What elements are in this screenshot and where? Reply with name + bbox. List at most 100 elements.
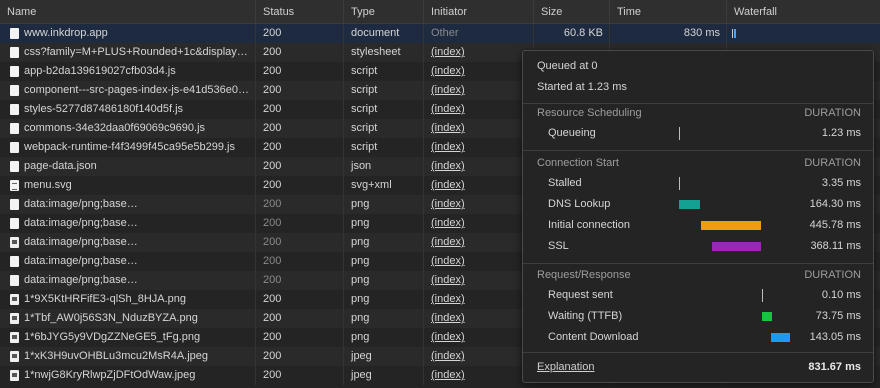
request-name-text[interactable]: 1*9X5KtHRFifE3-qlSh_8HJA.png	[24, 293, 186, 305]
request-status: 200	[255, 214, 343, 233]
request-status: 200	[255, 290, 343, 309]
initiator-link[interactable]: (index)	[431, 84, 465, 96]
request-name-text[interactable]: commons-34e32daa0f69069c9690.js	[24, 122, 205, 134]
request-status: 200	[255, 252, 343, 271]
initiator-link[interactable]: (index)	[431, 179, 465, 191]
initiator-link[interactable]: (index)	[431, 103, 465, 115]
request-type: png	[343, 290, 423, 309]
request-status: 200	[255, 81, 343, 100]
column-header-waterfall[interactable]: Waterfall	[726, 0, 880, 24]
initiator-link[interactable]: (index)	[431, 369, 465, 381]
request-initiator: (index)	[423, 290, 533, 309]
initiator-link[interactable]: (index)	[431, 65, 465, 77]
request-type: document	[343, 24, 423, 43]
request-status: 200	[255, 233, 343, 252]
initiator-link[interactable]: (index)	[431, 350, 465, 362]
phase-bar	[679, 200, 700, 209]
request-name-text[interactable]: data:image/png;base…	[24, 236, 138, 248]
document-icon	[10, 199, 19, 210]
phase-label: Initial connection	[548, 219, 630, 231]
initiator-link[interactable]: (index)	[431, 122, 465, 134]
request-name: css?family=M+PLUS+Rounded+1c&display…	[0, 43, 255, 62]
request-row[interactable]: www.inkdrop.app 200 document Other 60.8 KB 83…	[0, 24, 880, 43]
request-initiator: (index)	[423, 271, 533, 290]
document-icon	[10, 256, 19, 267]
request-name-text[interactable]: www.inkdrop.app	[24, 27, 108, 39]
column-header-time[interactable]: Time	[609, 0, 726, 24]
column-header-initiator[interactable]: Initiator	[423, 0, 533, 24]
duration-header: DURATION	[804, 269, 861, 281]
started-at-label: Started at 1.23 ms	[537, 81, 627, 93]
initiator-link[interactable]: (index)	[431, 160, 465, 172]
request-name-text[interactable]: app-b2da139619027cfb03d4.js	[24, 65, 176, 77]
request-name-text[interactable]: page-data.json	[24, 160, 97, 172]
waterfall-start-mark	[732, 29, 733, 38]
section-title: Resource Scheduling	[537, 107, 642, 119]
request-name: page-data.json	[0, 157, 255, 176]
request-name: commons-34e32daa0f69069c9690.js	[0, 119, 255, 138]
request-type: png	[343, 271, 423, 290]
request-initiator: (index)	[423, 157, 533, 176]
request-type: png	[343, 214, 423, 233]
request-name-text[interactable]: data:image/png;base…	[24, 274, 138, 286]
request-name-text[interactable]: css?family=M+PLUS+Rounded+1c&display…	[24, 46, 248, 58]
column-header-type[interactable]: Type	[343, 0, 423, 24]
column-header-status[interactable]: Status	[255, 0, 343, 24]
phase-label: SSL	[548, 240, 569, 252]
request-name-text[interactable]: 1*nwjG8KryRlwpZjDFtOdWaw.jpeg	[24, 369, 195, 381]
request-name-text[interactable]: data:image/png;base…	[24, 217, 138, 229]
request-type: png	[343, 309, 423, 328]
explanation-link[interactable]: Explanation	[537, 361, 595, 373]
initiator-link[interactable]: (index)	[431, 274, 465, 286]
document-icon	[10, 123, 19, 134]
initiator-link[interactable]: (index)	[431, 236, 465, 248]
initiator-link[interactable]: (index)	[431, 312, 465, 324]
request-name-text[interactable]: component---src-pages-index-js-e41d536e0…	[24, 84, 249, 96]
request-name-text[interactable]: 1*6bJYG5y9VDgZZNeGE5_tFg.png	[24, 331, 200, 343]
queued-at-label: Queued at 0	[537, 60, 598, 72]
request-name-text[interactable]: 1*Tbf_AW0j56S3N_NduzBYZA.png	[24, 312, 198, 324]
request-type: script	[343, 138, 423, 157]
phase-label: Waiting (TTFB)	[548, 310, 623, 322]
request-time: 830 ms	[609, 24, 726, 43]
initiator-link[interactable]: (index)	[431, 255, 465, 267]
request-status: 200	[255, 176, 343, 195]
initiator-link[interactable]: (index)	[431, 141, 465, 153]
request-name-text[interactable]: data:image/png;base…	[24, 198, 138, 210]
request-type: script	[343, 100, 423, 119]
phase-label: Stalled	[548, 177, 582, 189]
request-name: 1*9X5KtHRFifE3-qlSh_8HJA.png	[0, 290, 255, 309]
phase-duration: 73.75 ms	[815, 310, 861, 322]
request-status: 200	[255, 157, 343, 176]
column-header-name[interactable]: Name	[0, 0, 255, 24]
initiator-link[interactable]: (index)	[431, 331, 465, 343]
request-name-text[interactable]: data:image/png;base…	[24, 255, 138, 267]
request-initiator: (index)	[423, 252, 533, 271]
initiator-link[interactable]: (index)	[431, 46, 465, 58]
image-icon	[10, 237, 19, 248]
total-duration: 831.67 ms	[808, 361, 861, 373]
request-type: png	[343, 233, 423, 252]
phase-label: Content Download	[548, 331, 639, 343]
request-name-text[interactable]: styles-5277d87486180f140d5f.js	[24, 103, 183, 115]
duration-header: DURATION	[804, 107, 861, 119]
initiator-link[interactable]: (index)	[431, 198, 465, 210]
column-header-size[interactable]: Size	[533, 0, 609, 24]
section-title: Connection Start	[537, 157, 619, 169]
request-name-text[interactable]: webpack-runtime-f4f3499f45ca95e5b299.js	[24, 141, 235, 153]
request-name: data:image/png;base…	[0, 271, 255, 290]
phase-duration: 0.10 ms	[821, 289, 861, 301]
tooltip-divider	[523, 150, 873, 151]
request-name-text[interactable]: menu.svg	[24, 179, 72, 191]
phase-label: Queueing	[548, 127, 596, 139]
request-name-text[interactable]: 1*xK3H9uvOHBLu3mcu2MsR4A.jpeg	[24, 350, 208, 362]
initiator-link[interactable]: (index)	[431, 293, 465, 305]
phase-duration: 1.23 ms	[821, 127, 861, 139]
document-icon	[10, 218, 19, 229]
request-name: webpack-runtime-f4f3499f45ca95e5b299.js	[0, 138, 255, 157]
request-name: 1*xK3H9uvOHBLu3mcu2MsR4A.jpeg	[0, 347, 255, 366]
timing-tooltip: Queued at 0 Started at 1.23 ms Resource …	[522, 50, 874, 383]
request-status: 200	[255, 62, 343, 81]
phase-label: DNS Lookup	[548, 198, 611, 210]
initiator-link[interactable]: (index)	[431, 217, 465, 229]
